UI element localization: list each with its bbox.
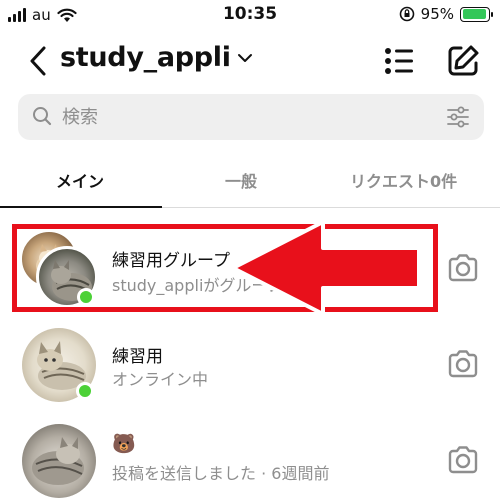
conversation-subtitle: オンライン中	[112, 370, 209, 389]
annotation-arrow-icon	[231, 220, 421, 316]
status-bar: au 10:35 95%	[0, 0, 500, 32]
tab-main[interactable]: メイン	[56, 168, 104, 192]
chevron-down-icon	[237, 53, 252, 62]
conversation-avatar	[22, 424, 96, 498]
active-tab-indicator	[0, 206, 162, 208]
header: study_appli	[0, 38, 500, 84]
orientation-lock-icon	[399, 6, 414, 22]
compose-icon[interactable]	[446, 44, 480, 78]
list-icon[interactable]	[382, 44, 416, 78]
conversation-row[interactable]: 練習用 オンライン中	[0, 314, 500, 414]
page-title: study_appli	[60, 42, 231, 73]
account-switcher[interactable]: study_appli	[60, 42, 253, 73]
search-input[interactable]	[62, 104, 422, 130]
online-status-dot	[76, 382, 94, 400]
chevron-left-icon[interactable]	[26, 44, 50, 78]
conversation-name: 練習用	[112, 347, 163, 367]
search-icon	[33, 107, 52, 126]
search-bar[interactable]	[18, 94, 484, 140]
camera-icon[interactable]	[446, 347, 480, 381]
battery-percent: 95%	[420, 5, 454, 23]
camera-icon[interactable]	[446, 443, 480, 477]
conversation-subtitle: 投稿を送信しました · 6週間前	[112, 464, 330, 483]
filter-icon[interactable]	[446, 105, 470, 129]
tab-general[interactable]: 一般	[225, 168, 257, 192]
conversation-name: 🐻	[112, 433, 136, 455]
battery-fill	[462, 9, 487, 19]
tab-requests[interactable]: リクエスト0件	[350, 168, 457, 192]
status-right: 95%	[399, 5, 493, 23]
camera-icon[interactable]	[446, 251, 480, 285]
conversation-row[interactable]: 🐻 投稿を送信しました · 6週間前	[0, 414, 500, 498]
battery-icon	[460, 6, 493, 22]
inbox-tabs: メイン 一般 リクエスト0件	[0, 158, 500, 208]
